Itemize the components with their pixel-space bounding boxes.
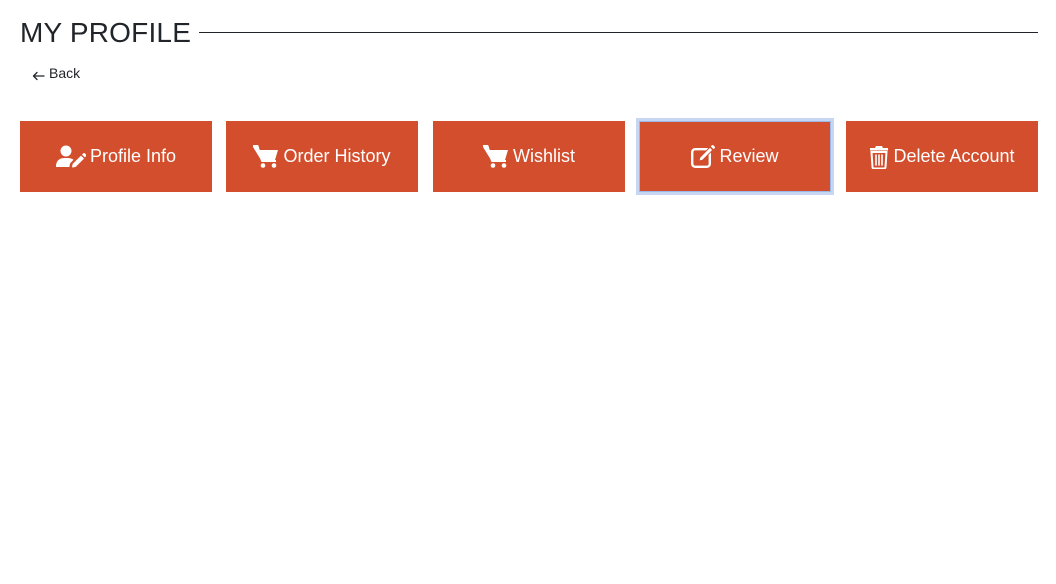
tab-label: Review bbox=[719, 146, 779, 166]
shopping-cart-icon bbox=[253, 144, 279, 169]
user-edit-icon bbox=[55, 145, 86, 169]
page-title: MY PROFILE bbox=[20, 17, 192, 48]
tab-order-history[interactable]: Order History bbox=[226, 121, 418, 192]
title-divider bbox=[199, 31, 1038, 33]
tab-profile-info[interactable]: Profile Info bbox=[20, 121, 212, 192]
profile-tabs: Profile Info Order History Wishlist Revi… bbox=[20, 121, 1038, 192]
arrow-left-icon bbox=[32, 68, 45, 81]
shopping-cart-icon bbox=[483, 144, 509, 169]
tab-label: Order History bbox=[283, 146, 391, 166]
back-label: Back bbox=[49, 65, 81, 81]
page-header: MY PROFILE bbox=[20, 14, 1038, 52]
back-link[interactable]: Back bbox=[32, 63, 80, 83]
tab-wishlist[interactable]: Wishlist bbox=[433, 121, 625, 192]
tab-delete-account[interactable]: Delete Account bbox=[846, 121, 1038, 192]
tab-review[interactable]: Review bbox=[639, 121, 831, 192]
profile-page: MY PROFILE Back Profile Info Order Histo… bbox=[0, 0, 1056, 584]
edit-icon bbox=[691, 144, 716, 169]
tab-label: Wishlist bbox=[513, 146, 575, 166]
tab-label: Delete Account bbox=[893, 146, 1015, 166]
tab-label: Profile Info bbox=[89, 146, 177, 166]
trash-icon bbox=[869, 145, 889, 169]
